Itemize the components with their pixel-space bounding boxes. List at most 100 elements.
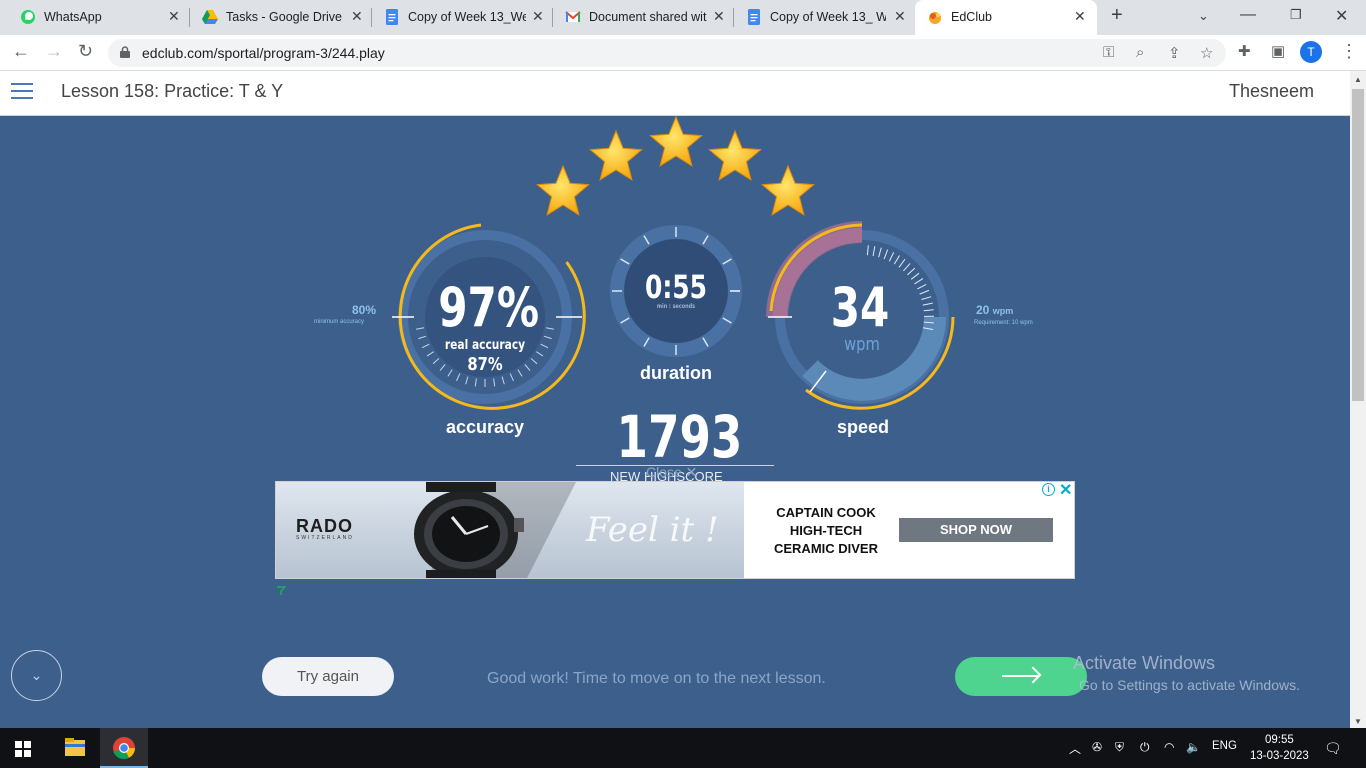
file-explorer-button[interactable] <box>51 728 99 768</box>
windows-start-icon[interactable] <box>15 741 31 757</box>
wifi-icon[interactable]: ◠ <box>1164 740 1174 754</box>
page-scrollbar[interactable]: ▲ ▼ <box>1350 71 1366 728</box>
gauge-tick <box>524 364 531 371</box>
gauge-tick <box>418 335 427 340</box>
user-name[interactable]: Thesneem <box>1229 81 1314 102</box>
volume-icon[interactable]: 🔈 <box>1186 740 1201 754</box>
restore-button[interactable]: ❐ <box>1290 7 1302 23</box>
zoom-icon[interactable]: ⌕ <box>1136 44 1144 61</box>
chevron-down-icon: ⌄ <box>30 667 43 683</box>
notifications-icon[interactable]: 🗨 <box>1324 740 1342 757</box>
gauge-tick <box>543 335 552 340</box>
close-tab-icon[interactable]: ✕ <box>168 8 180 25</box>
back-arrow-icon[interactable]: ← <box>12 41 30 62</box>
extensions-puzzle-icon[interactable]: ✚ <box>1238 42 1251 60</box>
url-text: edclub.com/sportal/program-3/244.play <box>142 45 385 61</box>
side-panel-icon[interactable]: ▣ <box>1271 42 1285 60</box>
star-icon <box>761 164 815 216</box>
google-drive-icon <box>202 10 218 24</box>
star-icon <box>536 164 590 216</box>
scroll-down-button[interactable]: ⌄ <box>11 650 62 701</box>
min-accuracy-value: 80% <box>352 303 377 317</box>
scroll-down-icon[interactable]: ▼ <box>1354 717 1362 726</box>
forward-arrow-icon[interactable]: → <box>45 41 63 62</box>
speed-requirement-value: 20 wpm <box>976 303 1013 317</box>
close-tab-icon[interactable]: ✕ <box>713 8 725 25</box>
scroll-up-icon[interactable]: ▲ <box>1354 75 1362 84</box>
bookmark-star-icon[interactable]: ☆ <box>1200 44 1213 62</box>
system-clock[interactable]: 09:55 13-03-2023 <box>1250 732 1309 764</box>
tab-google-drive[interactable]: Tasks - Google Drive ✕ <box>190 0 372 35</box>
new-tab-button[interactable]: + <box>1111 4 1123 27</box>
whatsapp-icon <box>21 10 35 24</box>
share-icon[interactable]: ⇪ <box>1168 44 1181 62</box>
close-tab-icon[interactable]: ✕ <box>532 8 544 25</box>
lesson-title: Lesson 158: Practice: T & Y <box>61 81 284 101</box>
gauge-tick <box>546 327 554 330</box>
advertisement-banner[interactable]: RADO SWITZERLAND Feel it ! CAPTAIN COOK … <box>275 481 1075 579</box>
ad-copy: CAPTAIN COOK HIGH-TECH CERAMIC DIVER <box>766 504 886 558</box>
results-panel: 97% real accuracy 87% accuracy 80% minim… <box>0 116 1350 728</box>
key-icon[interactable]: ⚿ <box>1103 44 1114 61</box>
ad-shop-now-button[interactable]: SHOP NOW <box>899 518 1053 542</box>
speed-label: speed <box>836 417 890 437</box>
speed-requirement-number: 20 <box>976 303 990 317</box>
browser-toolbar: ← → ↻ edclub.com/sportal/program-3/244.p… <box>0 35 1366 71</box>
reload-icon[interactable]: ↻ <box>78 41 93 62</box>
gauge-tick <box>921 296 932 300</box>
tab-docs-week13-copy[interactable]: Copy of Week 13_ We ✕ <box>734 0 915 35</box>
google-docs-icon <box>386 9 398 25</box>
speed-requirement-unit: wpm <box>992 306 1014 316</box>
ad-copy-line: CERAMIC DIVER <box>773 541 878 556</box>
adchoices-icon[interactable] <box>276 586 286 596</box>
address-bar[interactable]: edclub.com/sportal/program-3/244.play ⚿ … <box>108 39 1226 67</box>
tab-gmail[interactable]: Document shared with ✕ <box>553 0 734 35</box>
gauge-tick <box>416 327 424 330</box>
clock-date: 13-03-2023 <box>1250 750 1309 762</box>
ad-info-icon[interactable]: i <box>1042 483 1055 496</box>
windows-taskbar: ︿ ✇ ⛨ ⏻ ◠ 🔈 ENG 09:55 13-03-2023 🗨 <box>0 728 1366 768</box>
tab-edclub[interactable]: EdClub ✕ <box>915 0 1097 35</box>
close-tab-icon[interactable]: ✕ <box>1074 8 1086 25</box>
tab-label: Tasks - Google Drive <box>226 10 343 24</box>
activate-windows-subtitle: Go to Settings to activate Windows. <box>1079 677 1300 693</box>
ad-close-icon[interactable]: ✕ <box>1059 482 1072 500</box>
real-accuracy-value: 87% <box>467 354 503 375</box>
folder-icon <box>65 738 85 756</box>
tab-label: Copy of Week 13_Web <box>408 10 526 24</box>
gauge-tick <box>923 309 934 312</box>
language-indicator[interactable]: ENG <box>1212 740 1237 752</box>
gmail-icon <box>565 11 581 22</box>
star-icon <box>708 129 762 181</box>
tray-device-icon[interactable]: ⏻ <box>1140 740 1150 755</box>
next-lesson-button[interactable] <box>955 657 1087 696</box>
speed-unit: wpm <box>844 334 880 355</box>
gauge-tick <box>866 245 869 256</box>
gauge-tick <box>493 378 496 387</box>
hamburger-menu-icon[interactable] <box>11 83 33 101</box>
tab-whatsapp[interactable]: WhatsApp ✕ <box>0 0 190 35</box>
tab-docs-week13[interactable]: Copy of Week 13_Web ✕ <box>372 0 553 35</box>
tray-security-icon[interactable]: ⛨ <box>1115 740 1124 755</box>
more-menu-icon[interactable]: ⋮ <box>1340 41 1358 62</box>
tray-app-icon[interactable]: ✇ <box>1092 740 1102 754</box>
profile-avatar[interactable]: T <box>1300 41 1322 63</box>
try-again-button[interactable]: Try again <box>262 657 394 696</box>
scrollbar-thumb[interactable] <box>1352 89 1364 401</box>
speed-value: 34 <box>830 276 890 339</box>
gauge-tick <box>903 263 911 272</box>
minimize-button[interactable]: — <box>1240 6 1256 24</box>
tab-search-chevron-icon[interactable]: ⌄ <box>1198 8 1209 24</box>
window-close-button[interactable]: ✕ <box>1335 6 1348 26</box>
close-highscore-button[interactable]: Close ✕ <box>646 464 697 481</box>
tray-chevron-up-icon[interactable]: ︿ <box>1069 740 1081 757</box>
tab-label: Copy of Week 13_ We <box>770 10 886 24</box>
gauge-tick <box>501 376 505 385</box>
duration-value: 0:55 <box>644 268 708 306</box>
close-tab-icon[interactable]: ✕ <box>894 8 906 25</box>
close-tab-icon[interactable]: ✕ <box>351 8 363 25</box>
browser-tab-bar: WhatsApp ✕ Tasks - Google Drive ✕ Copy o… <box>0 0 1366 35</box>
gauge-tick <box>432 358 440 365</box>
chrome-taskbar-button[interactable] <box>100 728 148 768</box>
google-docs-icon <box>748 9 760 25</box>
